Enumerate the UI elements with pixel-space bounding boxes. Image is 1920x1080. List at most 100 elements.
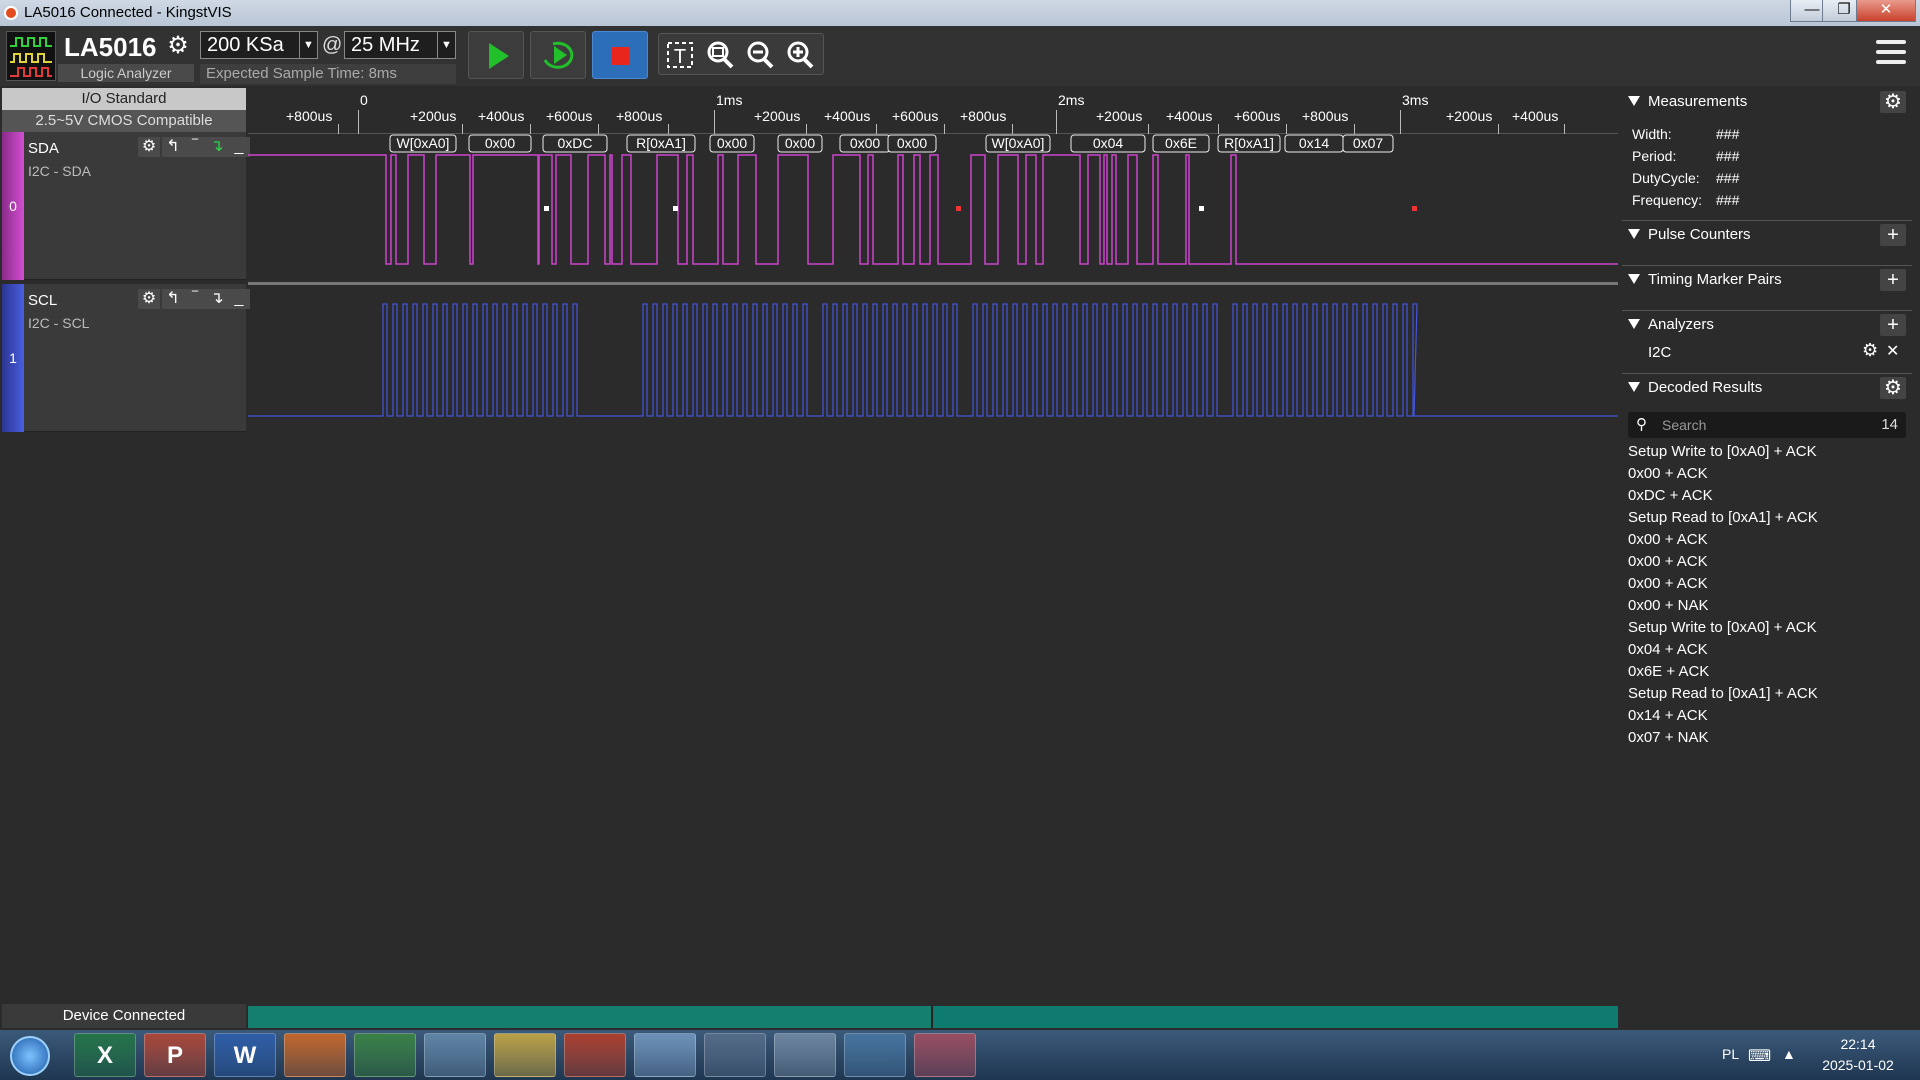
high-level-trigger-icon[interactable]: ‾ xyxy=(184,289,206,309)
decoded-result-item[interactable]: Setup Read to [0xA1] + ACK xyxy=(1628,685,1818,702)
decoded-bubble[interactable]: 0x00 xyxy=(468,134,532,153)
network-tool-icon[interactable] xyxy=(354,1033,416,1077)
channel-row-sda[interactable]: 0 SDA I2C - SDA ⚙ ↰ ‾ ↴ _ xyxy=(2,132,250,280)
word-icon[interactable]: W xyxy=(214,1033,276,1077)
zoom-in-icon[interactable] xyxy=(783,38,817,72)
decoded-bubble[interactable]: 0x00 xyxy=(839,134,891,153)
measurements-settings-gear-icon[interactable]: ⚙ xyxy=(1880,91,1906,113)
photo-viewer-icon[interactable] xyxy=(844,1033,906,1077)
collapse-triangle-icon[interactable] xyxy=(1628,382,1640,392)
zoom-fit-icon[interactable] xyxy=(703,38,737,72)
powerpoint-icon[interactable]: P xyxy=(144,1033,206,1077)
decoded-result-item[interactable]: 0x00 + ACK xyxy=(1628,465,1708,482)
text-cursor-icon[interactable]: T xyxy=(663,38,697,72)
decoded-result-item[interactable]: 0xDC + ACK xyxy=(1628,487,1713,504)
close-button[interactable]: ✕ xyxy=(1856,0,1916,22)
decoded-result-item[interactable]: 0x04 + ACK xyxy=(1628,641,1708,658)
language-indicator[interactable]: PL xyxy=(1722,1046,1739,1062)
add-pulse-counter-plus-icon[interactable]: + xyxy=(1880,224,1906,246)
measurements-section-header[interactable]: Measurements ⚙ xyxy=(1622,88,1912,116)
channel-row-scl[interactable]: 1 SCL I2C - SCL ⚙ ↰ ‾ ↴ _ xyxy=(2,284,250,432)
decoded-result-item[interactable]: 0x00 + NAK xyxy=(1628,597,1708,614)
channel-settings-gear-icon[interactable]: ⚙ xyxy=(138,289,160,309)
add-analyzer-plus-icon[interactable]: + xyxy=(1880,314,1906,336)
sample-depth-select[interactable]: 200 KSa ▼ xyxy=(200,31,318,59)
device-settings-gear-icon[interactable]: ⚙ xyxy=(164,32,192,60)
waveform-canvas[interactable]: W[0xA0] 0x00 0xDC R[0xA1] 0x00 0x00 0x00 0x00 W[… xyxy=(248,88,1618,448)
low-level-trigger-icon[interactable]: _ xyxy=(228,137,250,157)
keyboard-icon[interactable]: ⌨ xyxy=(1748,1046,1771,1066)
decoded-bubble[interactable]: 0xDC xyxy=(542,134,608,153)
high-level-trigger-icon[interactable]: ‾ xyxy=(184,137,206,157)
pulse-counters-section-header[interactable]: Pulse Counters + xyxy=(1622,220,1912,248)
decoded-bubble[interactable]: W[0xA0] xyxy=(985,134,1051,153)
add-timing-pair-plus-icon[interactable]: + xyxy=(1880,269,1906,291)
decoded-bubble[interactable]: 0x00 xyxy=(709,134,755,153)
analyzer-item-i2c[interactable]: I2C xyxy=(1648,344,1671,361)
file-explorer-icon[interactable] xyxy=(494,1033,556,1077)
decoded-result-item[interactable]: Setup Write to [0xA0] + ACK xyxy=(1628,619,1817,636)
section-title: Pulse Counters xyxy=(1648,226,1751,243)
zoom-out-icon[interactable] xyxy=(743,38,777,72)
decoded-result-item[interactable]: 0x00 + ACK xyxy=(1628,553,1708,570)
rising-edge-trigger-icon[interactable]: ↰ xyxy=(162,289,184,309)
decoded-result-item[interactable]: Setup Write to [0xA0] + ACK xyxy=(1628,443,1817,460)
decoded-bubble[interactable]: 0x07 xyxy=(1342,134,1394,153)
start-button[interactable] xyxy=(468,31,524,79)
firefox-icon[interactable] xyxy=(284,1033,346,1077)
decoded-result-item[interactable]: 0x07 + NAK xyxy=(1628,729,1708,746)
falling-edge-trigger-icon[interactable]: ↴ xyxy=(206,289,228,309)
falling-edge-trigger-icon[interactable]: ↴ xyxy=(206,137,228,157)
repeat-start-button[interactable] xyxy=(530,31,586,79)
decoded-result-item[interactable]: 0x00 + ACK xyxy=(1628,531,1708,548)
analyzers-section-header[interactable]: Analyzers + xyxy=(1622,310,1912,338)
channel-name[interactable]: SDA xyxy=(28,140,59,157)
decoded-bubble[interactable]: 0x00 xyxy=(777,134,823,153)
analyzer-settings-gear-icon[interactable]: ⚙ xyxy=(1862,340,1878,361)
device-name[interactable]: LA5016 xyxy=(64,32,157,63)
decoded-settings-gear-icon[interactable]: ⚙ xyxy=(1880,377,1906,399)
excel-icon[interactable]: X xyxy=(74,1033,136,1077)
decoded-bubble[interactable]: W[0xA0] xyxy=(389,134,457,153)
rising-edge-trigger-icon[interactable]: ↰ xyxy=(162,137,184,157)
decoded-bubble[interactable]: 0x6E xyxy=(1152,134,1210,153)
sample-rate-select[interactable]: 25 MHz ▼ xyxy=(344,31,456,59)
low-level-trigger-icon[interactable]: _ xyxy=(228,289,250,309)
io-standard-value[interactable]: 2.5~5V CMOS Compatible xyxy=(2,110,246,132)
decoded-result-item[interactable]: Setup Read to [0xA1] + ACK xyxy=(1628,509,1818,526)
decoded-bubble[interactable]: 0x04 xyxy=(1070,134,1146,153)
collapse-triangle-icon[interactable] xyxy=(1628,274,1640,284)
decoded-result-item[interactable]: 0x14 + ACK xyxy=(1628,707,1708,724)
stop-button[interactable] xyxy=(592,31,648,79)
decoded-search-input[interactable]: ⚲ Search 14 xyxy=(1628,412,1906,438)
remove-analyzer-close-icon[interactable]: ✕ xyxy=(1886,341,1899,361)
collapse-triangle-icon[interactable] xyxy=(1628,96,1640,106)
decoded-bubble[interactable]: 0x00 xyxy=(887,134,937,153)
snipping-tool-icon[interactable] xyxy=(914,1033,976,1077)
channel-settings-gear-icon[interactable]: ⚙ xyxy=(138,137,160,157)
paint-icon[interactable] xyxy=(634,1033,696,1077)
scanner-icon[interactable] xyxy=(704,1033,766,1077)
decoded-results-section-header[interactable]: Decoded Results ⚙ xyxy=(1622,373,1912,401)
measurement-duty-cycle: DutyCycle: ### xyxy=(1632,170,1739,186)
decoded-bubble[interactable]: R[0xA1] xyxy=(1217,134,1281,153)
tray-expand-chevron-icon[interactable]: ▲ xyxy=(1782,1046,1796,1062)
chevron-down-icon[interactable]: ▼ xyxy=(437,32,455,58)
collapse-triangle-icon[interactable] xyxy=(1628,229,1640,239)
start-menu-icon[interactable] xyxy=(10,1036,50,1076)
waveform-area[interactable]: +800us 0 +200us +400us +600us +800us 1ms +200us… xyxy=(248,88,1618,448)
timing-marker-pairs-section-header[interactable]: Timing Marker Pairs + xyxy=(1622,265,1912,293)
calculator-icon[interactable] xyxy=(774,1033,836,1077)
channel-name[interactable]: SCL xyxy=(28,292,57,309)
collapse-triangle-icon[interactable] xyxy=(1628,319,1640,329)
chevron-down-icon[interactable]: ▼ xyxy=(299,32,317,58)
menu-hamburger-icon[interactable] xyxy=(1876,40,1906,68)
decoded-bubble[interactable]: R[0xA1] xyxy=(626,134,696,153)
kingstvis-icon[interactable] xyxy=(564,1033,626,1077)
notes-icon[interactable] xyxy=(424,1033,486,1077)
system-clock[interactable]: 22:14 2025-01-02 xyxy=(1808,1034,1908,1076)
result-count: 14 xyxy=(1881,416,1898,433)
decoded-result-item[interactable]: 0x00 + ACK xyxy=(1628,575,1708,592)
decoded-bubble[interactable]: 0x14 xyxy=(1284,134,1344,153)
decoded-result-item[interactable]: 0x6E + ACK xyxy=(1628,663,1709,680)
